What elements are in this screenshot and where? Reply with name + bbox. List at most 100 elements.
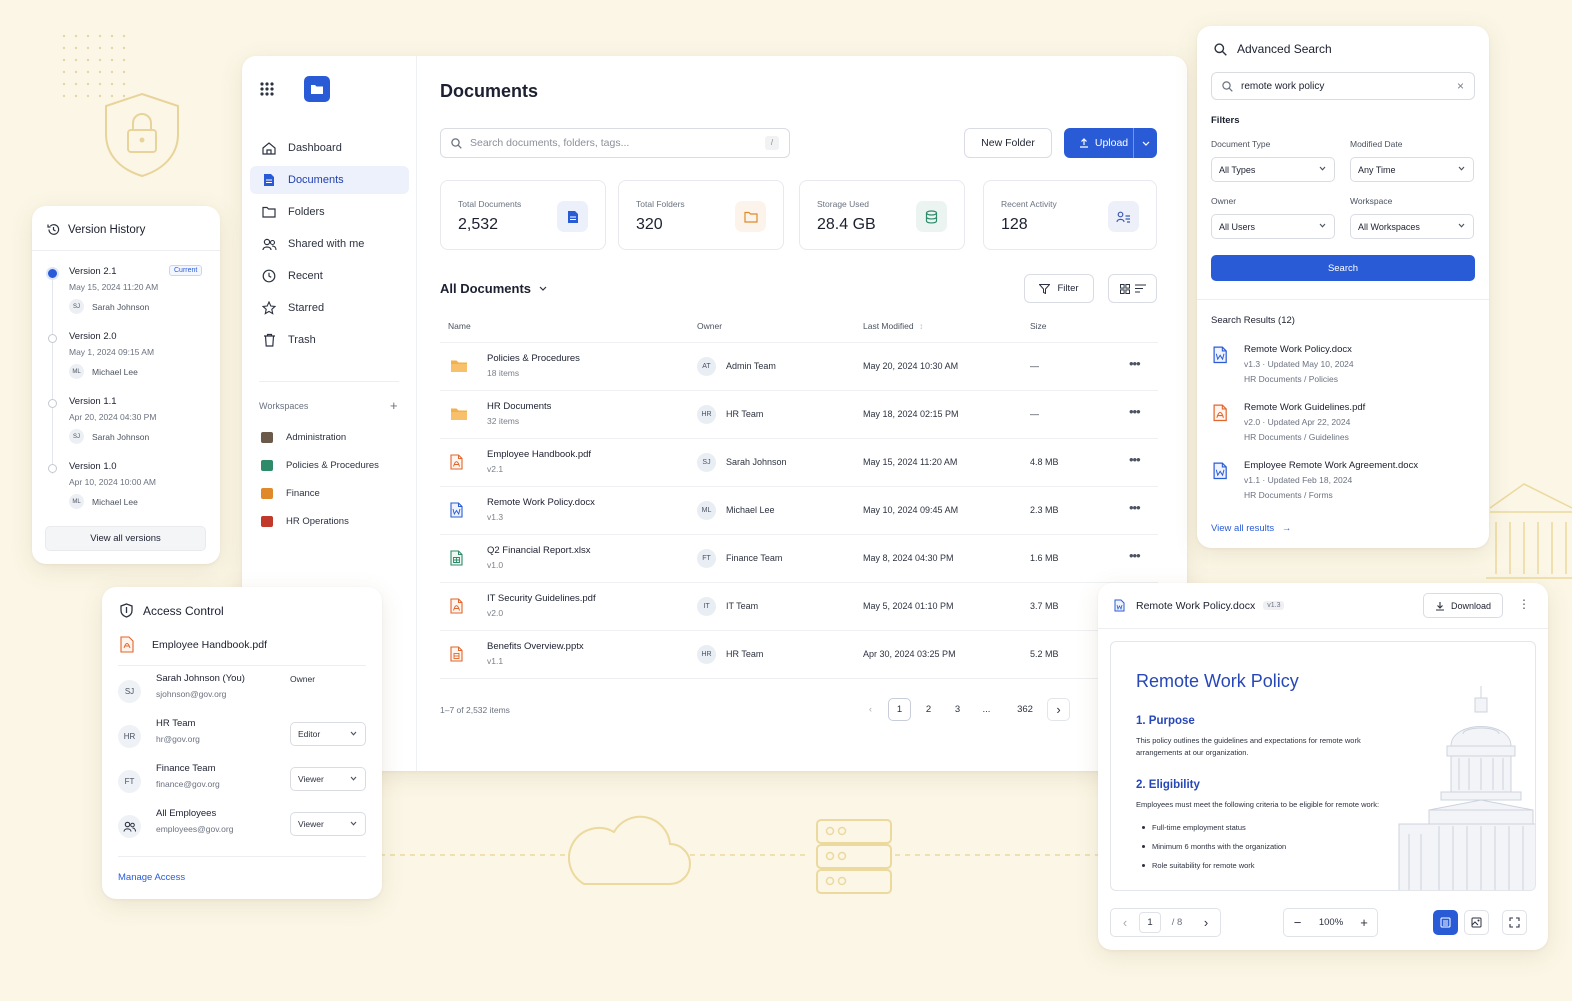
chevron-down-icon bbox=[1458, 223, 1465, 228]
sidebar-item-recent[interactable]: Recent bbox=[250, 262, 409, 290]
view-all-results-link[interactable]: View all results → bbox=[1211, 523, 1291, 534]
table-row[interactable]: Remote Work Policy.docx v1.3 ML Michael Lee… bbox=[440, 486, 1158, 534]
filter-select[interactable]: All Users bbox=[1211, 214, 1335, 239]
workspace-item[interactable]: Policies & Procedures bbox=[261, 460, 379, 471]
row-more-icon[interactable]: ••• bbox=[1129, 548, 1141, 563]
clear-search-icon[interactable]: × bbox=[1457, 79, 1464, 93]
filter-button[interactable]: Filter bbox=[1024, 274, 1094, 303]
row-name[interactable]: Benefits Overview.pptx bbox=[487, 641, 584, 652]
result-meta: v1.3 · Updated May 10, 2024 bbox=[1244, 359, 1354, 369]
sidebar-item-folders[interactable]: Folders bbox=[250, 198, 409, 226]
search-input[interactable]: Search documents, folders, tags... / bbox=[440, 128, 790, 158]
filter-select[interactable]: All Types bbox=[1211, 157, 1335, 182]
version-name[interactable]: Version 1.0 bbox=[69, 461, 117, 472]
table-row[interactable]: HR Documents 32 items HR HR Team May 18, 202… bbox=[440, 390, 1158, 438]
manage-access-link[interactable]: Manage Access bbox=[118, 872, 185, 883]
advanced-search-title: Advanced Search bbox=[1214, 42, 1332, 56]
download-button[interactable]: Download bbox=[1423, 593, 1503, 618]
search-icon bbox=[1222, 80, 1233, 92]
row-name[interactable]: Employee Handbook.pdf bbox=[487, 449, 591, 460]
advanced-search-input[interactable]: remote work policy × bbox=[1211, 72, 1475, 100]
new-folder-button[interactable]: New Folder bbox=[964, 128, 1052, 158]
shield-lock-decoration bbox=[105, 92, 179, 178]
row-modified: May 10, 2024 09:45 AM bbox=[863, 505, 959, 515]
row-more-icon[interactable]: ••• bbox=[1129, 452, 1141, 467]
sidebar-item-shared-with-me[interactable]: Shared with me bbox=[250, 230, 409, 258]
version-name[interactable]: Version 1.1 bbox=[69, 396, 117, 407]
next-page-icon[interactable]: › bbox=[1193, 915, 1219, 930]
row-more-icon[interactable]: ••• bbox=[1129, 404, 1141, 419]
avatar: HR bbox=[697, 405, 716, 424]
next-page-icon[interactable]: › bbox=[1047, 698, 1070, 721]
search-button[interactable]: Search bbox=[1211, 255, 1475, 281]
table-row[interactable]: Employee Handbook.pdf v2.1 SJ Sarah Johnson… bbox=[440, 438, 1158, 486]
column-header-last-modified[interactable]: Last Modified ↕ bbox=[863, 321, 923, 331]
brand-logo[interactable] bbox=[304, 76, 330, 102]
thumbnail-view-icon[interactable] bbox=[1464, 910, 1489, 935]
access-control-panel: Access Control Employee Handbook.pdf SJ S… bbox=[102, 587, 382, 899]
row-name[interactable]: Q2 Financial Report.xlsx bbox=[487, 545, 590, 556]
page-number-input[interactable]: 1 bbox=[1139, 912, 1161, 933]
more-options-icon[interactable]: ⋮ bbox=[1518, 597, 1530, 611]
table-row[interactable]: IT Security Guidelines.pdf v2.0 IT IT Team M… bbox=[440, 582, 1158, 630]
row-size: — bbox=[1030, 409, 1039, 419]
column-header-name[interactable]: Name bbox=[448, 321, 471, 331]
page-button[interactable]: 3 bbox=[946, 698, 969, 721]
upload-menu-chevron-icon[interactable] bbox=[1133, 128, 1157, 158]
workspace-item[interactable]: HR Operations bbox=[261, 516, 349, 527]
workspace-item[interactable]: Finance bbox=[261, 488, 320, 499]
row-more-icon[interactable]: ••• bbox=[1129, 356, 1141, 371]
row-name[interactable]: Policies & Procedures bbox=[487, 353, 580, 364]
row-subtitle: v2.0 bbox=[487, 608, 504, 618]
table-row[interactable]: Policies & Procedures 18 items AT Admin Tea… bbox=[440, 342, 1158, 390]
add-workspace-icon[interactable]: + bbox=[390, 398, 398, 413]
result-name[interactable]: Employee Remote Work Agreement.docx bbox=[1244, 460, 1418, 471]
page-button[interactable]: 362 bbox=[1011, 698, 1039, 721]
workspace-label: Policies & Procedures bbox=[286, 460, 379, 471]
filter-select[interactable]: Any Time bbox=[1350, 157, 1474, 182]
role-select[interactable]: Editor bbox=[290, 722, 366, 746]
prev-page-icon[interactable]: ‹ bbox=[859, 698, 882, 721]
table-row[interactable]: Q2 Financial Report.xlsx v1.0 FT Finance Te… bbox=[440, 534, 1158, 582]
section-text-purpose: This policy outlines the guidelines and … bbox=[1136, 736, 1361, 757]
app-grid-icon[interactable] bbox=[260, 82, 274, 96]
result-name[interactable]: Remote Work Guidelines.pdf bbox=[1244, 402, 1365, 413]
view-all-versions-button[interactable]: View all versions bbox=[45, 526, 206, 551]
table-row[interactable]: Benefits Overview.pptx v1.1 HR HR Team Apr 3… bbox=[440, 630, 1158, 678]
row-name[interactable]: Remote Work Policy.docx bbox=[487, 497, 595, 508]
row-name[interactable]: IT Security Guidelines.pdf bbox=[487, 593, 596, 604]
sidebar-item-documents[interactable]: Documents bbox=[250, 166, 409, 194]
role-select[interactable]: Viewer bbox=[290, 767, 366, 791]
page-button[interactable]: 2 bbox=[917, 698, 940, 721]
row-more-icon[interactable]: ••• bbox=[1129, 500, 1141, 515]
all-documents-dropdown[interactable]: All Documents bbox=[440, 281, 547, 296]
version-author: SJ Sarah Johnson bbox=[69, 429, 149, 444]
grid-view-icon[interactable] bbox=[1119, 283, 1130, 294]
zoom-in-icon[interactable]: + bbox=[1351, 915, 1377, 930]
document-icon bbox=[557, 201, 588, 232]
sidebar-item-starred[interactable]: Starred bbox=[250, 294, 409, 322]
prev-page-icon[interactable]: ‹ bbox=[1111, 915, 1139, 930]
filter-select[interactable]: All Workspaces bbox=[1350, 214, 1474, 239]
page-button[interactable]: ... bbox=[975, 698, 998, 721]
fullscreen-icon[interactable] bbox=[1502, 910, 1527, 935]
stat-value: 28.4 GB bbox=[817, 216, 876, 233]
version-name[interactable]: Version 2.1 bbox=[69, 266, 117, 277]
page-button[interactable]: 1 bbox=[888, 698, 911, 721]
column-header-size[interactable]: Size bbox=[1030, 321, 1047, 331]
column-header-owner[interactable]: Owner bbox=[697, 321, 722, 331]
workspace-item[interactable]: Administration bbox=[261, 432, 346, 443]
zoom-out-icon[interactable]: − bbox=[1284, 915, 1311, 930]
role-select[interactable]: Viewer bbox=[290, 812, 366, 836]
upload-button[interactable]: Upload bbox=[1064, 128, 1157, 158]
result-name[interactable]: Remote Work Policy.docx bbox=[1244, 344, 1352, 355]
workspace-folder-icon bbox=[261, 432, 273, 443]
filter-label: Document Type bbox=[1211, 139, 1271, 149]
view-toggle-button[interactable] bbox=[1108, 274, 1157, 303]
version-name[interactable]: Version 2.0 bbox=[69, 331, 117, 342]
page-view-icon[interactable] bbox=[1433, 910, 1458, 935]
row-name[interactable]: HR Documents bbox=[487, 401, 551, 412]
sidebar-item-trash[interactable]: Trash bbox=[250, 326, 409, 354]
list-view-icon[interactable] bbox=[1134, 284, 1146, 293]
sidebar-item-dashboard[interactable]: Dashboard bbox=[250, 134, 409, 162]
